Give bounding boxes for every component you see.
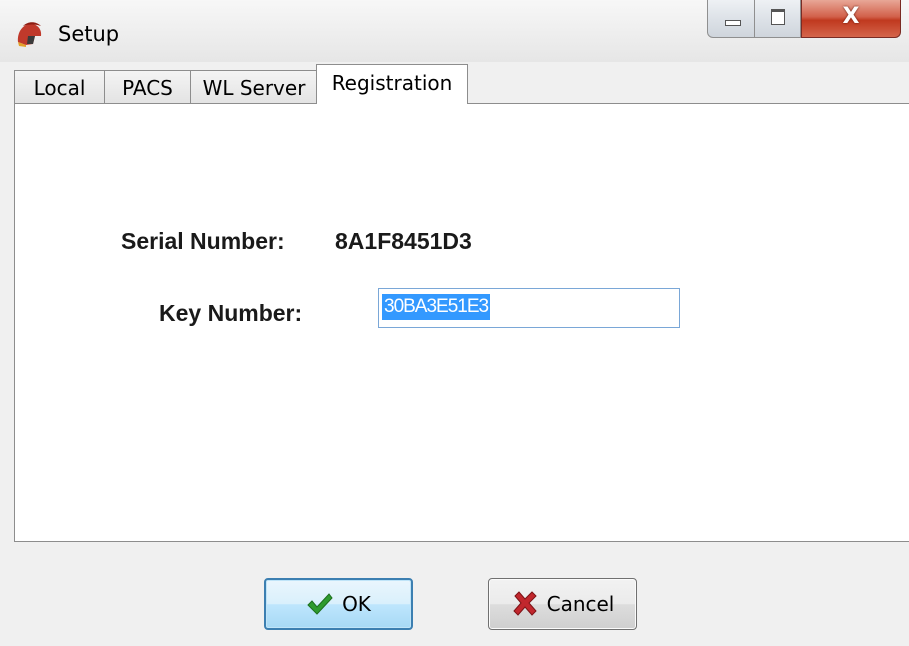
cancel-label: Cancel [546, 592, 615, 616]
caption-buttons: X [707, 0, 907, 40]
red-x-icon [512, 591, 537, 616]
tab-wl-server[interactable]: WL Server [191, 70, 318, 104]
serial-number-value: 8A1F8451D3 [335, 228, 472, 254]
tab-strip: Local PACS WL Server Registration [14, 64, 909, 104]
ok-label: OK [342, 592, 371, 616]
title-bar[interactable]: Setup X [0, 0, 909, 62]
minimize-icon [725, 20, 741, 26]
cancel-button-content: Cancel [489, 579, 636, 629]
ok-button[interactable]: OK [264, 578, 413, 630]
close-icon: X [842, 4, 860, 29]
maximize-button[interactable] [755, 0, 801, 38]
ok-button-content: OK [266, 580, 411, 628]
minimize-button[interactable] [707, 0, 755, 38]
serial-number-label: Serial Number: [121, 228, 285, 254]
cancel-button[interactable]: Cancel [488, 578, 637, 630]
window-title: Setup [58, 22, 120, 46]
key-number-input[interactable]: 30BA3E51E3 [378, 288, 680, 328]
key-number-label: Key Number: [159, 300, 303, 326]
key-number-selected-text: 30BA3E51E3 [382, 294, 491, 320]
tab-local[interactable]: Local [14, 70, 105, 104]
maximize-icon [771, 9, 785, 25]
spartan-helmet-icon [17, 22, 42, 47]
checkmark-icon [307, 593, 333, 615]
registration-panel: Serial Number: 8A1F8451D3 Key Number: 30… [14, 103, 909, 542]
tab-registration[interactable]: Registration [316, 64, 468, 104]
setup-window: Setup X Local PACS WL Server Registratio… [0, 0, 909, 646]
close-button[interactable]: X [801, 0, 901, 38]
tab-pacs[interactable]: PACS [105, 70, 191, 104]
